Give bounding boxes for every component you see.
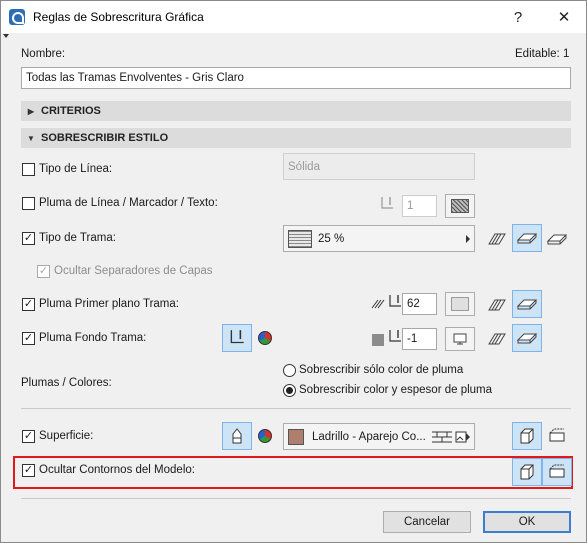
expand-arrow-icon: ▶	[27, 106, 35, 116]
bg-cover-button[interactable]	[512, 324, 542, 352]
monitor-icon	[453, 333, 467, 345]
fg-cut-button[interactable]	[482, 291, 512, 319]
hide-contours-object-button[interactable]	[512, 458, 542, 486]
dropdown-arrow-icon	[466, 432, 470, 441]
ok-button[interactable]: OK	[483, 511, 571, 533]
surface-color-swatch	[288, 428, 304, 445]
collapse-arrow-icon: ▼	[27, 133, 35, 143]
name-input[interactable]: Todas las Tramas Envolventes - Gris Clar…	[21, 67, 571, 89]
fill-bg-pen-label: Pluma Fondo Trama:	[39, 332, 147, 344]
color-wheel-icon[interactable]	[258, 331, 272, 345]
fill-bg-pen-checkbox[interactable]: ✓	[22, 332, 35, 345]
fill-type-value: 25 %	[318, 232, 345, 245]
name-label: Nombre:	[21, 48, 66, 60]
brick-pattern-icon	[431, 431, 452, 442]
dropdown-arrow-icon	[466, 234, 470, 243]
fill-bg-pen-monitor-button[interactable]	[445, 327, 475, 351]
line-type-value: Sólida	[288, 160, 320, 173]
section-criteria[interactable]: ▶ CRITERIOS	[21, 101, 571, 121]
radio-pen-color-only[interactable]	[283, 364, 296, 377]
surface-dropdown[interactable]: Ladrillo - Aparejo Co...	[283, 423, 475, 450]
surface-label: Superficie:	[39, 430, 94, 442]
cover-fill-icon	[516, 333, 538, 344]
divider	[21, 498, 571, 499]
fill-pattern-swatch	[288, 229, 312, 248]
line-pen-checkbox[interactable]	[22, 197, 35, 210]
pen-icon	[230, 330, 244, 344]
drafting-fill-icon	[546, 234, 568, 245]
cut-fill-icon	[488, 299, 506, 311]
fg-cover-button[interactable]	[512, 290, 542, 318]
fill-type-dropdown[interactable]: 25 %	[283, 225, 475, 252]
line-pen-label: Pluma de Línea / Marcador / Texto:	[39, 197, 218, 209]
close-button[interactable]: ✕	[542, 1, 586, 33]
hide-contours-label: Ocultar Contornos del Modelo:	[39, 464, 195, 476]
fill-fg-pen-checkbox[interactable]: ✓	[22, 298, 35, 311]
object-icon	[520, 428, 534, 444]
hide-contours-section-button[interactable]	[542, 458, 572, 486]
cancel-button[interactable]: Cancelar	[383, 511, 471, 533]
pen-icon	[389, 330, 401, 342]
hide-contours-checkbox[interactable]: ✓	[22, 464, 35, 477]
radio-pen-color-weight[interactable]	[283, 384, 296, 397]
surface-paint-button[interactable]	[222, 422, 252, 450]
fill-type-label: Tipo de Trama:	[39, 232, 116, 244]
hide-separators-checkbox[interactable]: ✓	[37, 265, 50, 278]
line-pen-input[interactable]: 1	[402, 195, 437, 217]
section-view-icon	[549, 428, 565, 442]
hatch-pen-icon	[371, 299, 385, 309]
app-icon	[9, 9, 25, 25]
section-override-style-label: SOBRESCRIBIR ESTILO	[41, 132, 169, 144]
surface-checkbox[interactable]: ✓	[22, 430, 35, 443]
pen-icon	[389, 295, 401, 307]
surface-value: Ladrillo - Aparejo Co...	[312, 430, 426, 443]
color-wheel-icon[interactable]	[258, 429, 272, 443]
help-button[interactable]: ?	[496, 1, 540, 33]
fill-cover-button[interactable]	[512, 224, 542, 252]
fill-type-checkbox[interactable]: ✓	[22, 232, 35, 245]
override-rules-dialog: Reglas de Sobrescritura Gráfica ? ✕ Nomb…	[0, 0, 587, 543]
section-view-icon	[549, 464, 565, 478]
fill-fg-pen-input[interactable]: 62	[402, 293, 437, 315]
collapse-arrow-icon[interactable]	[3, 34, 9, 38]
hide-separators-label: Ocultar Separadores de Capas	[54, 265, 213, 277]
pen-color-swatch	[451, 297, 469, 311]
fill-drafting-button[interactable]	[542, 225, 572, 253]
bg-cut-button[interactable]	[482, 325, 512, 353]
line-pen-color-button[interactable]	[445, 194, 475, 218]
divider	[21, 408, 571, 409]
fill-fg-pen-label: Pluma Primer plano Trama:	[39, 298, 179, 310]
cut-fill-icon	[488, 333, 506, 345]
title-bar: Reglas de Sobrescritura Gráfica ? ✕	[1, 1, 586, 33]
line-type-label: Tipo de Línea:	[39, 163, 113, 175]
section-criteria-label: CRITERIOS	[41, 105, 101, 117]
window-title: Reglas de Sobrescritura Gráfica	[33, 10, 204, 24]
surface-section-button[interactable]	[542, 422, 572, 450]
pen-color-swatch	[451, 199, 469, 213]
line-type-checkbox[interactable]	[22, 163, 35, 176]
pen-mode-button[interactable]	[222, 324, 252, 352]
section-override-style[interactable]: ▼ SOBRESCRIBIR ESTILO	[21, 128, 571, 148]
bg-color-swatch	[372, 334, 384, 346]
paint-bucket-icon	[232, 428, 242, 444]
pens-colors-label: Plumas / Colores:	[21, 377, 112, 389]
surface-object-button[interactable]	[512, 422, 542, 450]
object-icon	[520, 464, 534, 480]
editable-count: Editable: 1	[515, 48, 570, 60]
fill-cut-button[interactable]	[482, 225, 512, 253]
radio-pen-color-only-label: Sobrescribir sólo color de pluma	[299, 364, 464, 376]
pen-icon	[381, 197, 393, 209]
cover-fill-icon	[516, 233, 538, 244]
cut-fill-icon	[488, 233, 506, 245]
image-icon	[455, 431, 467, 442]
fill-bg-pen-input[interactable]: -1	[402, 328, 437, 350]
fill-fg-pen-color-button[interactable]	[445, 292, 475, 316]
line-type-dropdown[interactable]: Sólida	[283, 153, 475, 180]
cover-fill-icon	[516, 299, 538, 310]
radio-pen-color-weight-label: Sobrescribir color y espesor de pluma	[299, 384, 493, 396]
